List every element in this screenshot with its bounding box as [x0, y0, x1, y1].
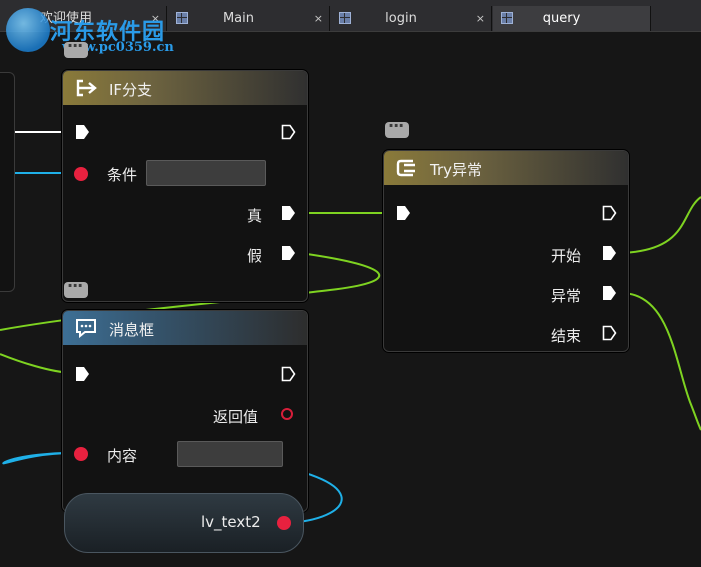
tab-login[interactable]: login ×: [331, 6, 492, 31]
branch-icon: [76, 79, 97, 97]
node-header[interactable]: Try异常: [384, 151, 628, 185]
return-value-pin[interactable]: [281, 408, 293, 420]
close-icon[interactable]: ×: [314, 6, 323, 31]
exec-out-pin[interactable]: [602, 205, 617, 221]
content-pin[interactable]: [74, 447, 88, 461]
end-exec-pin[interactable]: [602, 325, 617, 341]
exec-out-pin[interactable]: [281, 366, 296, 382]
exec-out-pin[interactable]: [281, 124, 296, 140]
false-exec-pin[interactable]: [281, 245, 296, 261]
tab-query[interactable]: query: [493, 6, 651, 31]
exception-exec-pin[interactable]: [602, 285, 617, 301]
tab-label: Main: [222, 11, 255, 26]
message-box-node[interactable]: 消息框 返回值 内容: [62, 310, 308, 512]
blueprint-canvas[interactable]: IF分支 条件 真 假 Try异常 开始 异常 结束: [0, 32, 701, 567]
exec-in-pin[interactable]: [75, 124, 90, 140]
try-exception-node[interactable]: Try异常 开始 异常 结束: [383, 150, 629, 352]
return-value-label: 返回值: [213, 408, 259, 426]
tab-main[interactable]: Main ×: [168, 6, 330, 31]
comment-bubble-icon[interactable]: [64, 36, 88, 58]
start-label: 开始: [551, 247, 582, 265]
condition-field[interactable]: [146, 160, 266, 186]
variable-name: lv_text2: [201, 513, 261, 531]
comment-bubble-icon[interactable]: [385, 116, 409, 138]
if-branch-node[interactable]: IF分支 条件 真 假: [62, 70, 308, 302]
try-icon: [396, 159, 415, 177]
condition-pin[interactable]: [74, 167, 88, 181]
condition-label: 条件: [107, 166, 138, 184]
flow-wire: [621, 196, 701, 254]
tab-label: query: [542, 11, 581, 26]
comment-bubble-icon[interactable]: [64, 276, 88, 298]
exec-in-pin[interactable]: [75, 366, 90, 382]
exec-in-pin[interactable]: [396, 205, 411, 221]
node-title: IF分支: [109, 81, 153, 99]
true-label: 真: [247, 207, 263, 225]
node-header[interactable]: IF分支: [63, 71, 307, 105]
variable-node[interactable]: lv_text2: [64, 493, 304, 553]
node-title: Try异常: [430, 161, 483, 179]
tab-label: login: [385, 11, 417, 26]
content-label: 内容: [107, 447, 138, 465]
node-header[interactable]: 消息框: [63, 311, 307, 345]
message-icon: [76, 319, 96, 338]
flow-wire: [621, 292, 701, 431]
content-field[interactable]: [177, 441, 283, 467]
variable-output-pin[interactable]: [277, 516, 291, 530]
end-label: 结束: [551, 327, 582, 345]
true-exec-pin[interactable]: [281, 205, 296, 221]
close-icon[interactable]: ×: [476, 6, 485, 31]
exception-label: 异常: [551, 287, 582, 305]
offscreen-node-edge: [0, 72, 15, 292]
node-title: 消息框: [109, 321, 155, 339]
start-exec-pin[interactable]: [602, 245, 617, 261]
false-label: 假: [247, 247, 263, 265]
